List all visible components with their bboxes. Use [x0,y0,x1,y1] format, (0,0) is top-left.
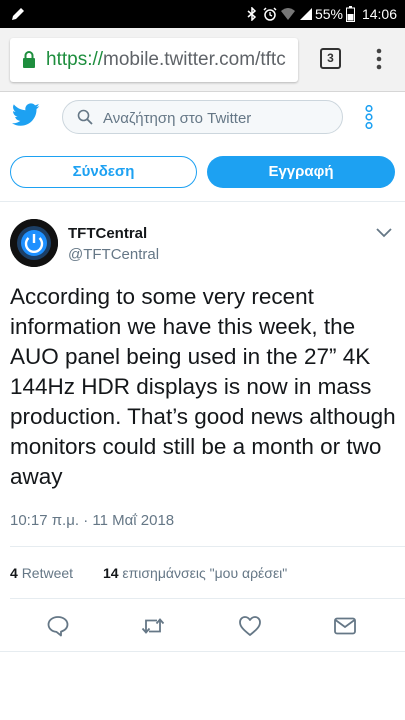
message-icon[interactable] [333,614,357,638]
twitter-logo-icon[interactable] [12,103,40,127]
divider [10,598,405,599]
status-bar: 55% 14:06 [0,0,405,28]
edit-icon [12,8,24,20]
retweet-label: Retweet [21,565,74,581]
tweet-stats: 4 Retweet 14 επισημάνσεις "μου αρέσει" [10,565,287,581]
login-button[interactable]: Σύνδεση [10,156,197,188]
search-icon [77,109,93,125]
divider [10,546,405,547]
like-label: επισημάνσεις "μου αρέσει" [122,565,288,581]
twitter-header [0,93,405,141]
more-icon[interactable] [364,105,374,129]
chevron-down-icon[interactable] [375,227,393,239]
like-count: 14 [102,565,119,581]
system-icons [245,6,313,22]
signup-button[interactable]: Εγγραφή [207,156,395,188]
retweet-stat[interactable]: 4 Retweet [10,565,73,581]
search-box[interactable] [62,100,343,134]
tweet-timestamp[interactable]: 10:17 π.μ. · 11 Μαΐ 2018 [10,512,174,529]
auth-buttons: Σύνδεση Εγγραφή [0,156,405,188]
url-scheme: https:// [46,49,104,70]
lock-icon [23,51,35,68]
reply-icon[interactable] [46,614,70,638]
browser-toolbar: https://mobile.twitter.com/tftc [0,28,405,92]
like-stat[interactable]: 14 επισημάνσεις "μου αρέσει" [103,565,287,581]
tweet-text: According to some very recent informatio… [10,284,396,489]
like-icon[interactable] [238,614,262,638]
address-bar[interactable]: https://mobile.twitter.com/tftc [10,38,298,82]
retweet-icon[interactable] [141,614,165,638]
tweet-actions [0,610,405,642]
search-input[interactable] [103,107,333,129]
url-text: https://mobile.twitter.com/tftc [46,49,286,71]
divider [0,201,405,202]
battery-icon [346,6,355,22]
bluetooth-icon [247,7,257,21]
avatar[interactable] [10,219,58,267]
wifi-icon [281,8,295,20]
menu-dots-icon[interactable] [372,48,386,70]
tabs-icon[interactable]: 3 [320,48,341,69]
author-name[interactable]: TFTCentral [68,225,147,242]
divider [0,651,405,652]
avatar-power-icon [10,219,58,267]
url-host: mobile.twitter.com/tftc [103,49,286,70]
signal-icon [300,8,312,20]
battery-level: 55% [314,6,343,22]
retweet-count: 4 [10,565,18,581]
alarm-icon [263,7,277,21]
author-handle[interactable]: @TFTCentral [68,246,159,263]
clock: 14:06 [361,6,397,22]
